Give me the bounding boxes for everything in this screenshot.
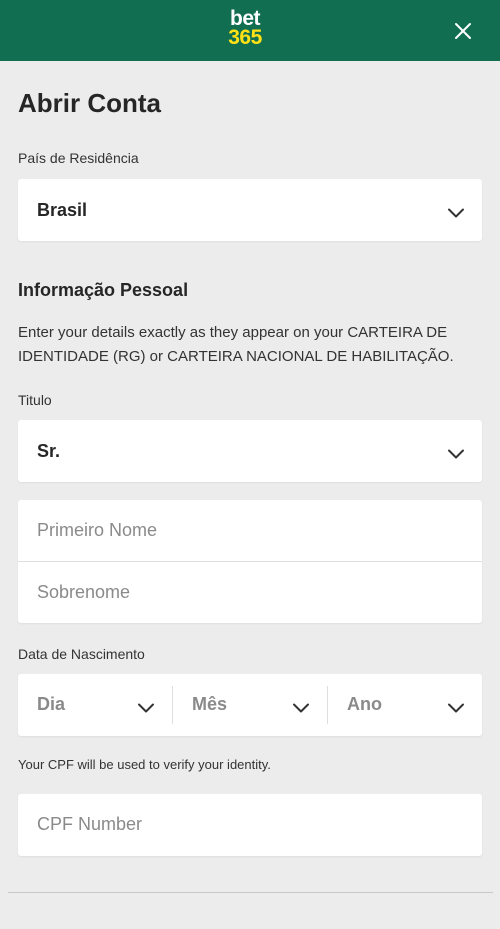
last-name-placeholder: Sobrenome (37, 582, 131, 602)
first-name-placeholder: Primeiro Nome (37, 520, 158, 540)
country-select-row[interactable]: Brasil (18, 179, 482, 241)
title-value: Sr. (37, 440, 61, 461)
country-select[interactable]: Brasil (18, 179, 482, 241)
bet365-logo[interactable]: bet 365 (222, 8, 268, 49)
name-fields: Primeiro Nome Sobrenome (18, 500, 482, 623)
cpf-placeholder: CPF Number (37, 814, 143, 834)
dob-month-label: Mês (192, 694, 228, 714)
dob-year-label: Ano (347, 694, 382, 714)
footer-divider (8, 892, 493, 893)
cpf-note: Your CPF will be used to verify your ide… (18, 757, 271, 772)
title-select-row[interactable]: Sr. (18, 420, 482, 482)
dob-selects: Dia Mês Ano (18, 674, 482, 736)
personal-info-description: Enter your details exactly as they appea… (18, 324, 454, 365)
country-label: País de Residência (18, 150, 139, 166)
title-label: Titulo (18, 392, 52, 408)
dob-month-select[interactable]: Mês (173, 674, 327, 736)
chevron-down-icon (137, 700, 155, 713)
country-value: Brasil (37, 199, 88, 220)
first-name-input[interactable]: Primeiro Nome (18, 500, 482, 561)
chevron-down-icon (447, 446, 465, 459)
last-name-input[interactable]: Sobrenome (18, 562, 482, 623)
personal-info-heading: Informação Pessoal (18, 280, 189, 300)
dob-day-label: Dia (37, 694, 66, 714)
close-icon[interactable] (452, 20, 474, 42)
dob-year-select[interactable]: Ano (328, 674, 482, 736)
title-select[interactable]: Sr. (18, 420, 482, 482)
chevron-down-icon (292, 700, 310, 713)
dob-day-select[interactable]: Dia (18, 674, 172, 736)
page-title: Abrir Conta (18, 88, 161, 118)
app-header: bet 365 (0, 0, 500, 61)
chevron-down-icon (447, 205, 465, 218)
chevron-down-icon (447, 700, 465, 713)
logo-line-2: 365 (228, 26, 262, 49)
cpf-input[interactable]: CPF Number (18, 794, 482, 856)
dob-label: Data de Nascimento (18, 646, 145, 662)
